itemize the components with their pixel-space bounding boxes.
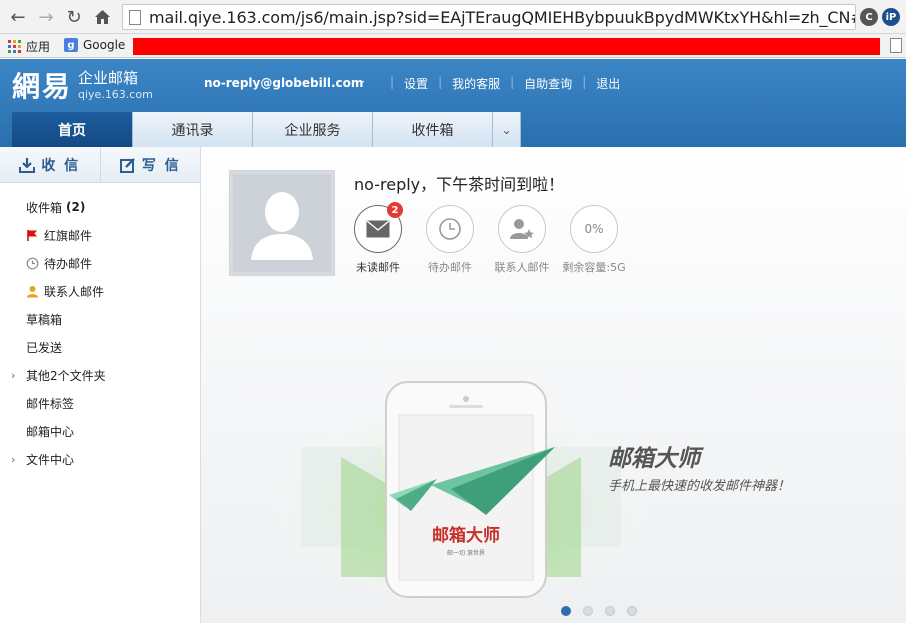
write-mail-button[interactable]: 写 信 xyxy=(99,147,201,182)
chevron-right-icon[interactable]: › xyxy=(11,453,15,466)
folder-mail-tags[interactable]: 邮件标签 xyxy=(0,389,200,417)
home-icon[interactable] xyxy=(90,5,114,29)
main-content: no-reply，下午茶时间到啦！ 2 未读邮件 待办邮件 联系人邮件 0% 剩… xyxy=(201,147,906,623)
product-name: 企业邮箱 qiye.163.com xyxy=(78,69,153,101)
netease-logo[interactable]: 網易 xyxy=(12,65,72,105)
folder-drafts[interactable]: 草稿箱 xyxy=(0,305,200,333)
bookmark-apps[interactable]: 应用 xyxy=(8,38,50,55)
reload-icon[interactable]: ↻ xyxy=(62,5,86,29)
folder-list: 收件箱 (2) 红旗邮件 待办邮件 联系人邮件 草稿箱 已发送 › 其他2个文件… xyxy=(0,183,200,473)
red-flag-icon xyxy=(27,229,37,241)
stat-contacts[interactable]: 联系人邮件 xyxy=(482,205,562,275)
promo-subtitle: 手机上最快速的收发邮件神器！ xyxy=(608,479,791,494)
folder-sent[interactable]: 已发送 xyxy=(0,333,200,361)
self-query-link[interactable]: 自助查询 xyxy=(524,75,572,92)
extension-ip-icon[interactable]: iP xyxy=(882,8,900,26)
page-icon xyxy=(129,10,141,25)
bookmark-google[interactable]: g Google xyxy=(64,38,125,52)
mail-header: 網易 企业邮箱 qiye.163.com no-reply@globebill.… xyxy=(0,59,906,147)
folder-other-folders[interactable]: › 其他2个文件夹 xyxy=(0,361,200,389)
top-links: | 设置 | 我的客服 | 自助查询 | 退出 xyxy=(390,75,621,92)
apps-grid-icon xyxy=(8,40,21,53)
url-text: mail.qiye.163.com/js6/main.jsp?sid=EAjTE… xyxy=(149,8,856,27)
tabs-more-chevron-icon[interactable]: ⌄ xyxy=(493,112,521,147)
customer-service-link[interactable]: 我的客服 xyxy=(452,75,500,92)
chevron-right-icon[interactable]: › xyxy=(11,369,15,382)
logout-link[interactable]: 退出 xyxy=(596,75,620,92)
promo-title: 邮箱大师 xyxy=(608,446,700,472)
avatar[interactable] xyxy=(229,170,335,276)
tab-inbox[interactable]: 收件箱 xyxy=(373,112,493,147)
redaction-bar xyxy=(133,38,880,55)
receive-mail-button[interactable]: 收 信 xyxy=(0,147,100,182)
promo-illustration[interactable]: 邮箱大师 邮一切 滚世界 xyxy=(271,377,651,607)
download-icon xyxy=(19,157,36,173)
stat-unread[interactable]: 2 未读邮件 xyxy=(338,202,418,275)
browser-toolbar: ← → ↻ mail.qiye.163.com/js6/main.jsp?sid… xyxy=(0,0,906,34)
carousel-dot[interactable] xyxy=(583,606,593,616)
google-icon: g xyxy=(64,38,78,52)
edit-icon xyxy=(119,157,135,173)
carousel-dot[interactable] xyxy=(605,606,615,616)
phone-brand-text: 邮箱大师 xyxy=(432,525,500,546)
carousel-dots xyxy=(561,606,649,616)
bookmark-page-icon[interactable] xyxy=(890,38,902,53)
unread-badge: 2 xyxy=(387,202,403,218)
greeting-text: no-reply，下午茶时间到啦！ xyxy=(354,175,565,194)
compose-bar: 收 信 写 信 xyxy=(0,147,200,183)
tab-enterprise-services[interactable]: 企业服务 xyxy=(253,112,373,147)
extension-c-icon[interactable]: C xyxy=(860,8,878,26)
carousel-dot[interactable] xyxy=(561,606,571,616)
sidebar: 收 信 写 信 收件箱 (2) 红旗邮件 待办邮件 联系人邮件 草稿箱 已发送 xyxy=(0,147,201,623)
phone-tagline-text: 邮一切 滚世界 xyxy=(447,549,485,557)
tab-contacts[interactable]: 通讯录 xyxy=(133,112,253,147)
folder-contacts-mail[interactable]: 联系人邮件 xyxy=(0,277,200,305)
folder-todo[interactable]: 待办邮件 xyxy=(0,249,200,277)
folder-mailbox-center[interactable]: 邮箱中心 xyxy=(0,417,200,445)
address-bar[interactable]: mail.qiye.163.com/js6/main.jsp?sid=EAjTE… xyxy=(122,4,856,30)
user-silhouette-icon xyxy=(251,192,313,260)
storage-percent: 0% xyxy=(584,222,604,236)
folder-flagged[interactable]: 红旗邮件 xyxy=(0,221,200,249)
forward-arrow-icon[interactable]: → xyxy=(34,5,58,29)
chevron-down-icon[interactable]: ⌄ xyxy=(358,75,366,86)
stat-todo[interactable]: 待办邮件 xyxy=(410,205,490,275)
user-account-link[interactable]: no-reply@globebill.com xyxy=(204,76,363,90)
main-tabs: 首页 通讯录 企业服务 收件箱 ⌄ xyxy=(12,112,521,147)
folder-inbox[interactable]: 收件箱 (2) xyxy=(0,193,200,221)
contact-star-icon xyxy=(510,219,534,239)
contact-icon xyxy=(27,285,38,297)
settings-link[interactable]: 设置 xyxy=(404,75,428,92)
stat-storage[interactable]: 0% 剩余容量:5G xyxy=(554,205,634,275)
back-arrow-icon[interactable]: ← xyxy=(6,5,30,29)
clock-icon xyxy=(439,218,461,240)
carousel-dot[interactable] xyxy=(627,606,637,616)
clock-icon xyxy=(26,257,39,269)
folder-file-center[interactable]: › 文件中心 xyxy=(0,445,200,473)
unread-count: (2) xyxy=(66,200,86,214)
envelope-icon xyxy=(366,220,390,238)
tab-home[interactable]: 首页 xyxy=(12,112,133,147)
